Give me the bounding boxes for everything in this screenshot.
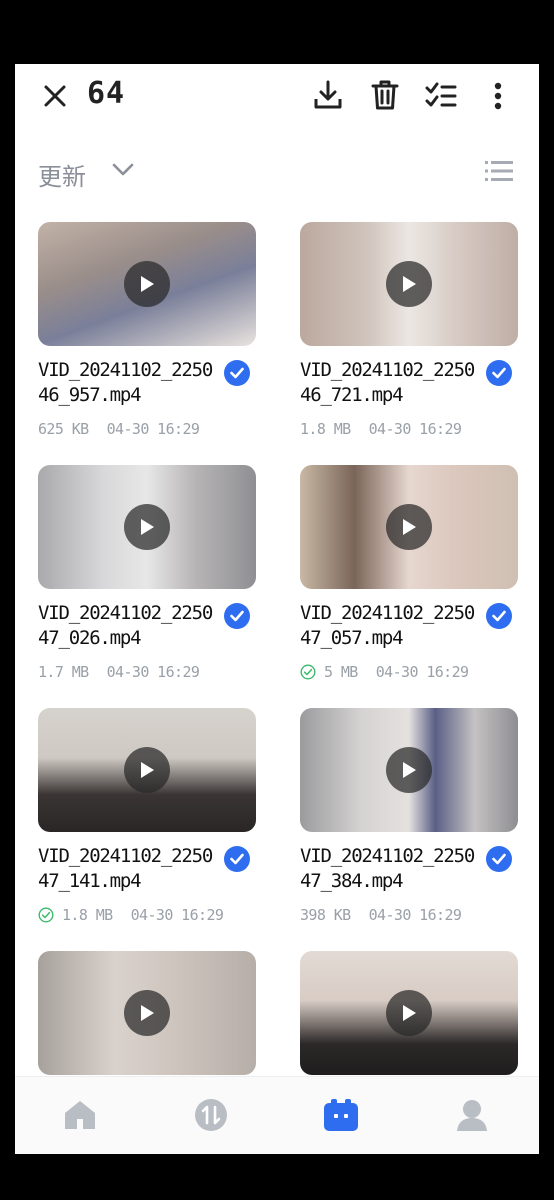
file-size: 625 KB [38,420,89,438]
file-card[interactable]: VID_20241102_225047_384.mp4 398 KB 04-30… [300,708,518,924]
more-vertical-icon[interactable] [478,76,518,116]
sort-label[interactable]: 更新 [38,157,86,192]
file-card[interactable]: VID_20241102_225047_026.mp4 1.7 MB 04-30… [38,465,256,681]
selected-check-icon[interactable] [224,360,250,386]
sort-bar: 更新 [15,148,539,196]
play-icon[interactable] [124,261,170,307]
video-thumbnail[interactable] [38,708,256,832]
play-icon[interactable] [124,747,170,793]
selection-toolbar: 64 [15,64,539,128]
file-date: 04-30 16:29 [375,663,469,681]
file-size: 1.7 MB [38,663,89,681]
video-thumbnail[interactable] [300,465,518,589]
play-icon[interactable] [386,747,432,793]
file-size: 398 KB [300,906,351,924]
file-name: VID_20241102_225047_141.mp4 [38,845,213,892]
bottom-nav [15,1076,539,1154]
file-manager-screen: 64 更新 VID_20241102_225046_957.mp4 625 KB… [15,64,539,1154]
file-meta: 1.7 MB 04-30 16:29 [38,663,200,681]
list-view-icon[interactable] [485,160,513,186]
video-thumbnail[interactable] [300,222,518,346]
file-name: VID_20241102_225047_384.mp4 [300,845,475,892]
file-name: VID_20241102_225047_026.mp4 [38,602,213,649]
file-name: VID_20241102_225046_721.mp4 [300,359,475,406]
play-icon[interactable] [124,990,170,1036]
downloaded-check-icon [38,907,54,923]
close-icon[interactable] [35,76,75,116]
file-meta: 625 KB 04-30 16:29 [38,420,200,438]
selected-check-icon[interactable] [224,603,250,629]
video-thumbnail[interactable] [38,465,256,589]
file-name: VID_20241102_225046_957.mp4 [38,359,213,406]
file-size: 5 MB [324,663,358,681]
selected-count: 64 [87,76,126,111]
file-card[interactable] [300,951,518,1075]
play-icon[interactable] [124,504,170,550]
selected-check-icon[interactable] [224,846,250,872]
file-date: 04-30 16:29 [368,906,462,924]
file-meta: 398 KB 04-30 16:29 [300,906,462,924]
home-icon[interactable] [60,1095,100,1135]
file-size: 1.8 MB [300,420,351,438]
file-meta: 1.8 MB 04-30 16:29 [300,420,462,438]
file-card[interactable] [38,951,256,1075]
files-icon[interactable] [321,1095,361,1135]
play-icon[interactable] [386,990,432,1036]
video-thumbnail[interactable] [38,222,256,346]
transfer-icon[interactable] [191,1095,231,1135]
file-size: 1.8 MB [62,906,113,924]
selected-check-icon[interactable] [486,846,512,872]
file-card[interactable]: VID_20241102_225047_057.mp4 5 MB 04-30 1… [300,465,518,681]
video-thumbnail[interactable] [38,951,256,1075]
file-meta: 1.8 MB 04-30 16:29 [38,906,224,924]
file-card[interactable]: VID_20241102_225046_721.mp4 1.8 MB 04-30… [300,222,518,438]
file-meta: 5 MB 04-30 16:29 [300,663,469,681]
downloaded-check-icon [300,664,316,680]
file-date: 04-30 16:29 [368,420,462,438]
trash-icon[interactable] [365,75,405,115]
play-icon[interactable] [386,261,432,307]
file-card[interactable]: VID_20241102_225047_141.mp4 1.8 MB 04-30… [38,708,256,924]
file-date: 04-30 16:29 [106,663,200,681]
play-icon[interactable] [386,504,432,550]
download-icon[interactable] [308,75,348,115]
file-date: 04-30 16:29 [130,906,224,924]
selected-check-icon[interactable] [486,360,512,386]
chevron-down-icon[interactable] [112,162,134,182]
file-card[interactable]: VID_20241102_225046_957.mp4 625 KB 04-30… [38,222,256,438]
checklist-icon[interactable] [421,76,461,116]
file-name: VID_20241102_225047_057.mp4 [300,602,475,649]
video-thumbnail[interactable] [300,951,518,1075]
file-date: 04-30 16:29 [106,420,200,438]
selected-check-icon[interactable] [486,603,512,629]
video-thumbnail[interactable] [300,708,518,832]
profile-icon[interactable] [452,1095,492,1135]
